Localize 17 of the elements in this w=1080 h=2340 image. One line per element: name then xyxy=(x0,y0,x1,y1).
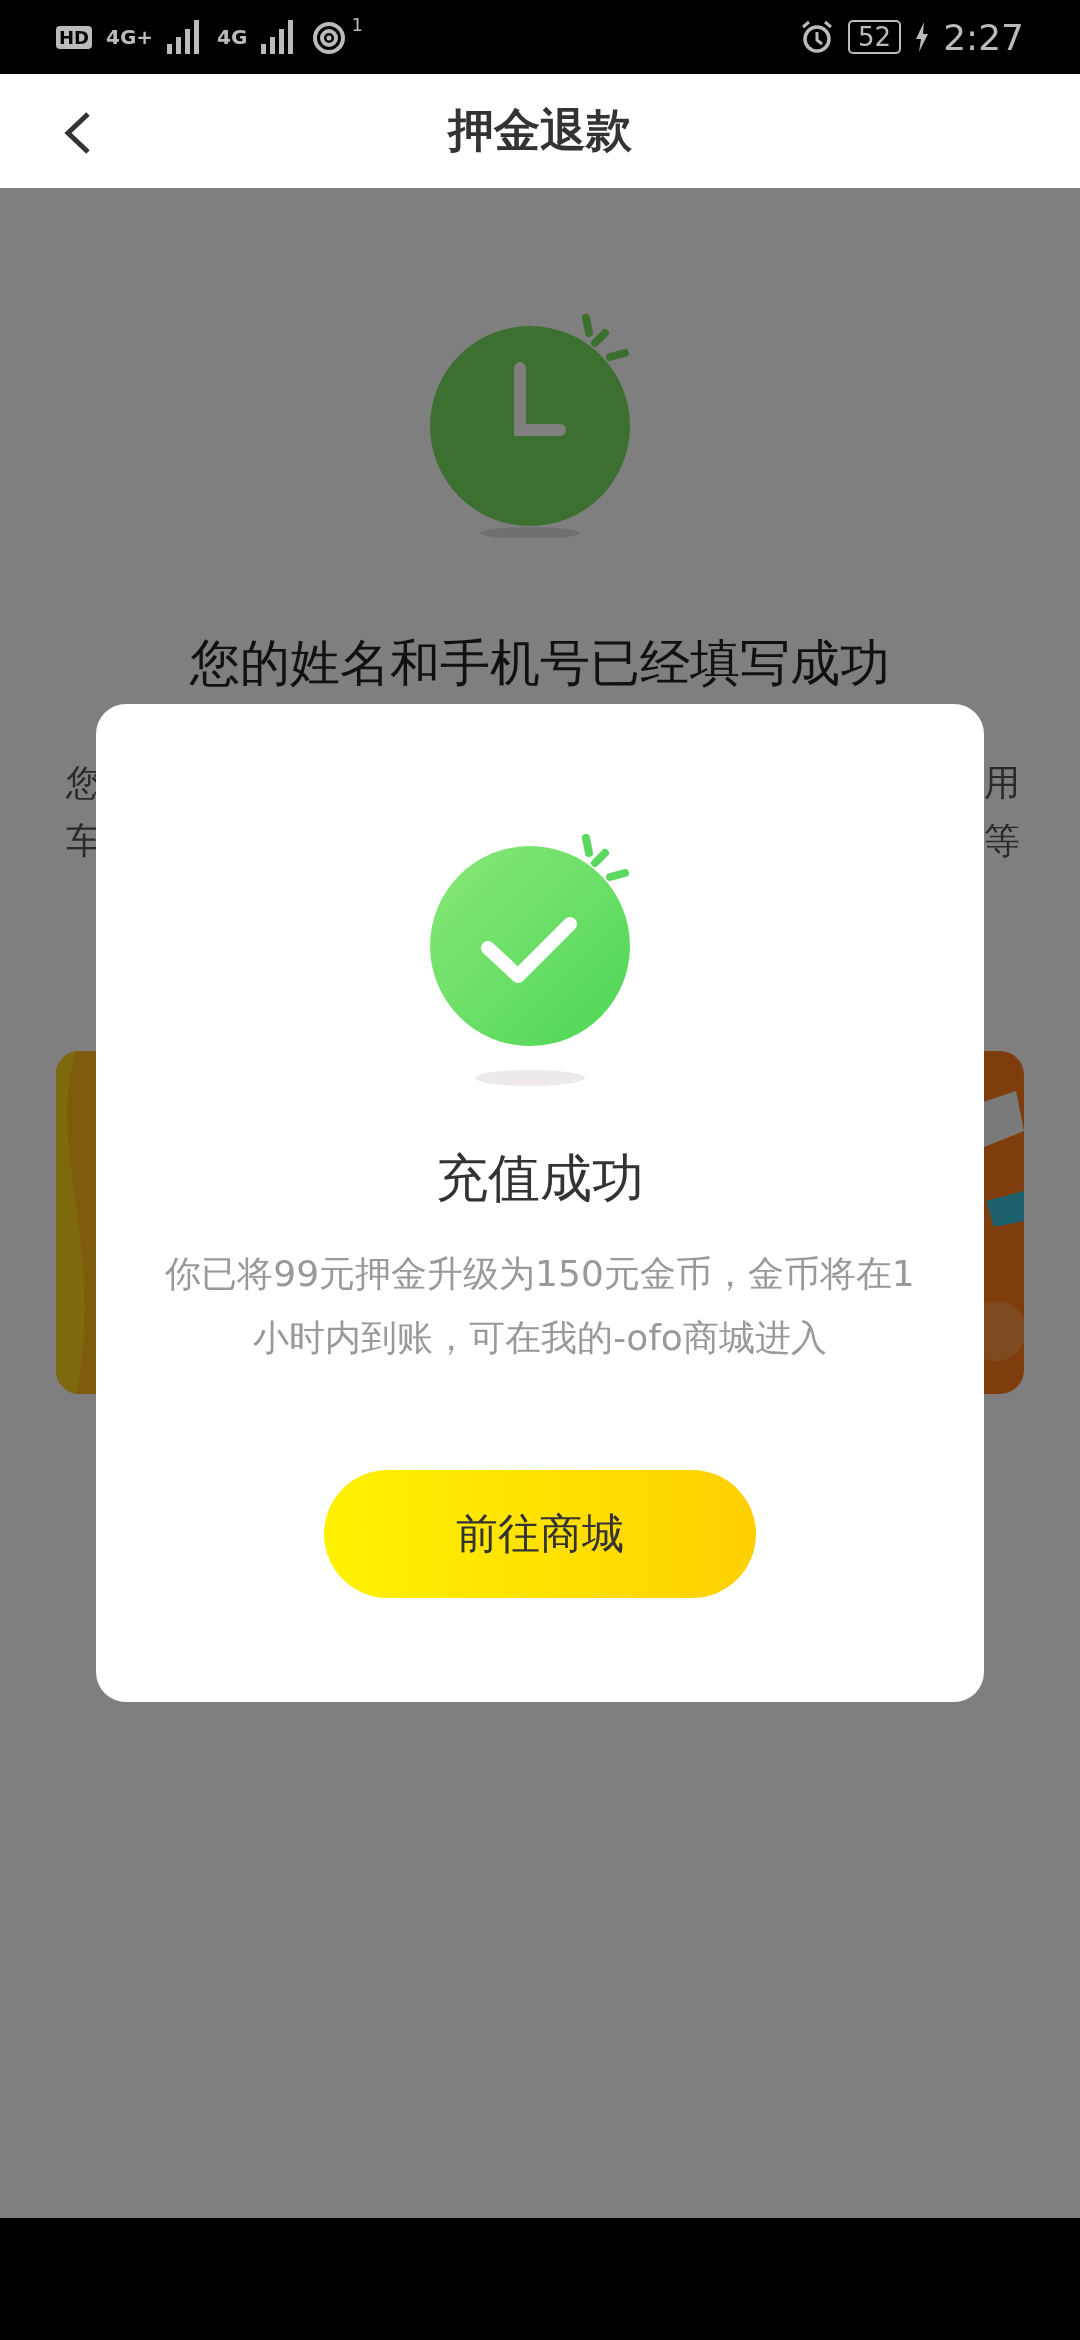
alarm-icon xyxy=(800,20,835,54)
network-label: 4G xyxy=(217,25,248,49)
battery-level: 52 xyxy=(848,20,902,54)
description-text: 用 xyxy=(984,763,1020,803)
hotspot-icon xyxy=(311,20,348,54)
clock-time: 2:27 xyxy=(943,16,1024,58)
page-title: 押金退款 xyxy=(448,102,632,159)
dialog-title: 充值成功 xyxy=(436,1147,644,1210)
status-heading: 您的姓名和手机号已经填写成功 xyxy=(190,633,890,694)
dialog-message: 你已将99元押金升级为150元金币，金币将在1小时内到账，可在我的-ofo商城进入 xyxy=(164,1252,916,1360)
description-text: 等 xyxy=(984,821,1020,861)
charging-icon xyxy=(915,22,930,52)
hotspot-count: 1 xyxy=(351,14,363,35)
network-label: 4G+ xyxy=(106,25,154,49)
go-to-mall-button[interactable]: 前往商城 xyxy=(324,1470,756,1598)
hd-indicator: HD xyxy=(56,25,92,49)
back-icon[interactable] xyxy=(62,111,92,155)
